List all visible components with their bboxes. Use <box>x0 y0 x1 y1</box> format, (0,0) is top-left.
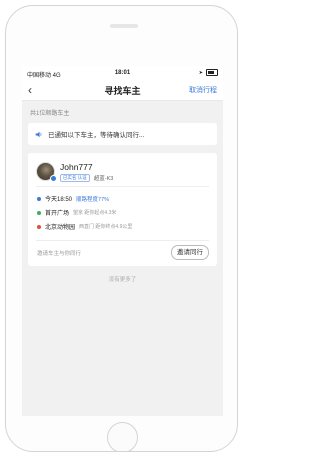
origin-name: 首开广场 <box>45 211 70 217</box>
card-divider <box>36 186 209 187</box>
verified-badge: 已实名 认证 <box>60 174 90 182</box>
verified-dot-icon <box>50 175 57 182</box>
route-origin-row: 首开广场 望京 距你起点4.3米 <box>37 208 116 217</box>
driver-card[interactable]: John777 已实名 认证 超蓝-K3 今天18:50 顺路程度77% 首开广… <box>28 153 217 266</box>
card-divider-bottom <box>36 240 209 241</box>
home-button[interactable] <box>107 422 138 451</box>
app-screen: 中国移动 4G 18:01 ➤ ‹ 寻找车主 取消行程 共1位顺路车主 已通知以… <box>22 66 223 416</box>
match-rate: 顺路程度77% <box>76 196 110 203</box>
battery-icon <box>206 69 218 76</box>
driver-name: John777 <box>60 162 93 172</box>
invite-button[interactable]: 邀请同行 <box>171 245 209 260</box>
time-dot-icon <box>37 196 41 201</box>
route-destination-row: 北京动物园 西直门 距你终点4.9公里 <box>37 222 132 231</box>
origin-dot-icon <box>37 210 41 215</box>
location-icon: ➤ <box>198 69 203 76</box>
notice-bar: 已通知以下车主，等待确认同行... <box>28 123 217 145</box>
destination-detail: 西直门 距你终点4.9公里 <box>79 224 133 230</box>
earpiece <box>110 24 138 28</box>
notice-text: 已通知以下车主，等待确认同行... <box>48 132 145 139</box>
destination-dot-icon <box>37 224 41 229</box>
status-icons: ➤ <box>199 69 218 76</box>
origin-detail: 望京 距你起点4.3米 <box>73 210 117 216</box>
invite-hint: 邀请车主与你同行 <box>37 251 82 257</box>
route-time-row: 今天18:50 顺路程度77% <box>37 194 109 203</box>
status-bar: 中国移动 4G 18:01 ➤ <box>22 66 223 80</box>
clock: 18:01 <box>114 70 131 76</box>
driver-meta: 已实名 认证 超蓝-K3 <box>60 174 113 182</box>
speaker-icon <box>35 131 42 137</box>
destination-name: 北京动物园 <box>45 225 76 231</box>
departure-time: 今天18:50 <box>45 197 73 203</box>
phone-frame: 中国移动 4G 18:01 ➤ ‹ 寻找车主 取消行程 共1位顺路车主 已通知以… <box>5 5 238 452</box>
no-more-label: 没有更多了 <box>108 277 137 283</box>
cancel-trip-button[interactable]: 取消行程 <box>189 85 217 95</box>
nav-bar: ‹ 寻找车主 取消行程 <box>22 80 223 101</box>
car-plate: 超蓝-K3 <box>93 176 114 182</box>
driver-count-label: 共1位顺路车主 <box>30 111 70 117</box>
